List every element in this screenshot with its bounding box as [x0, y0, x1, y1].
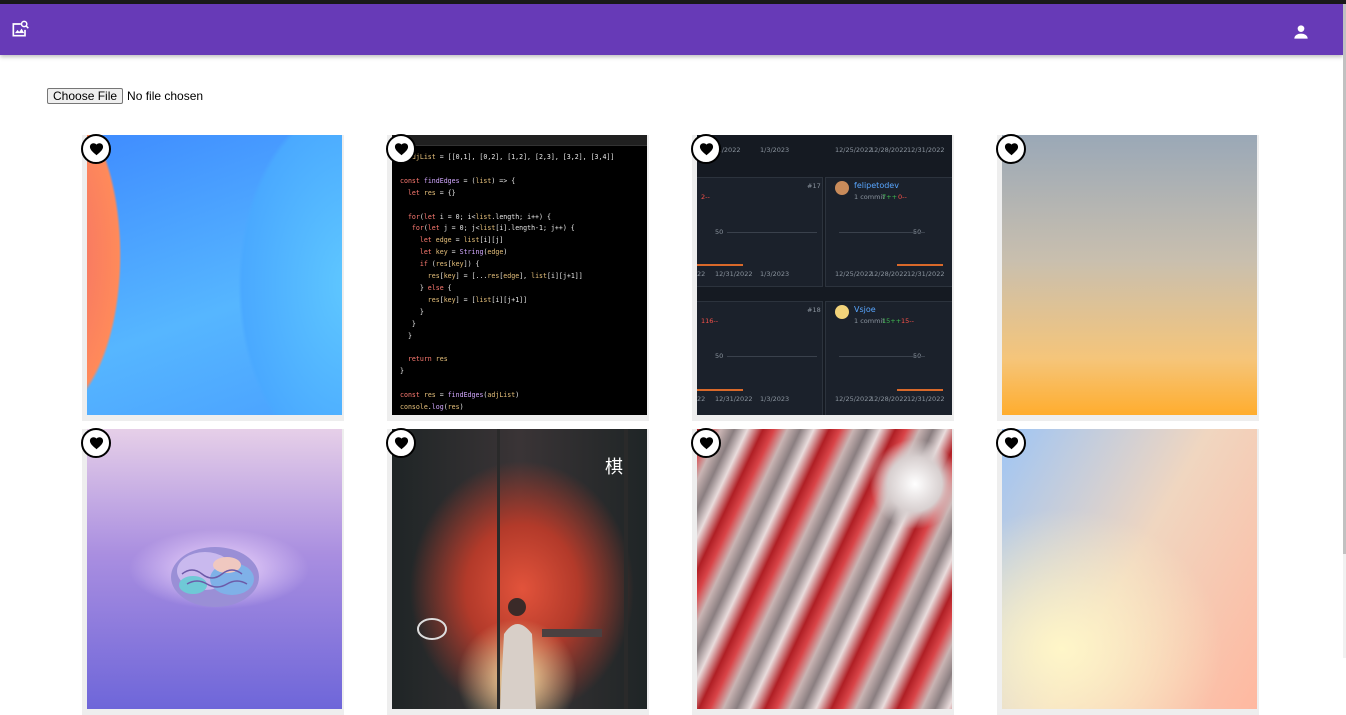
dash-y-tick: 50 — [715, 352, 724, 360]
choose-file-button[interactable]: Choose File — [47, 88, 124, 104]
code-line: let res = {} — [407, 188, 456, 197]
gallery-card[interactable]: 12/31/2022 1/3/2023 12/25/2022 12/28/202… — [691, 134, 954, 421]
code-editor-image: t adjList = [[0,1], [0,2], [1,2], [2,3],… — [392, 135, 647, 415]
code-line: const res = findEdges(adjList) — [400, 391, 520, 400]
gallery-image[interactable] — [697, 429, 952, 709]
gallery-image[interactable] — [87, 429, 342, 709]
dash-date: 12/31/2022 — [907, 270, 945, 278]
gallery-card[interactable] — [996, 134, 1259, 421]
dash-date: 12/28/2022 — [870, 395, 908, 403]
dash-username: felipetodev — [854, 181, 899, 190]
dash-dels: 15-- — [901, 317, 914, 325]
code-line: for(let i = 0; i<list.length; i++) { — [407, 212, 551, 221]
artwork-character: 棋 — [605, 457, 623, 478]
heart-icon — [1004, 143, 1018, 156]
code-line: const findEdges = (list) => { — [400, 176, 516, 185]
dash-dels: 2-- — [701, 193, 710, 201]
favorite-button[interactable] — [81, 428, 111, 458]
code-line: t adjList = [[0,1], [0,2], [1,2], [2,3],… — [400, 153, 615, 161]
heart-icon — [1004, 437, 1018, 450]
dash-date: 12/31/2022 — [907, 146, 945, 154]
favorite-button[interactable] — [691, 134, 721, 164]
dash-date: 12/25/2022 — [835, 146, 873, 154]
favorite-button[interactable] — [386, 428, 416, 458]
gallery-image[interactable]: 棋 — [392, 429, 647, 709]
dash-adds: 7++ — [882, 193, 898, 201]
dash-date: 22 — [697, 270, 706, 278]
heart-icon — [89, 143, 103, 156]
brain-shape — [171, 547, 259, 607]
code-line: let key = String(edge) — [419, 248, 508, 257]
code-line: } — [400, 307, 424, 316]
dash-date: 12/31/2022 — [715, 395, 753, 403]
gallery-image[interactable] — [1002, 429, 1257, 709]
person-icon[interactable] — [1291, 22, 1311, 42]
code-line: return res — [407, 355, 448, 364]
dash-meta: 1 commit — [854, 193, 885, 201]
user-avatar — [835, 181, 849, 195]
code-line: let edge = list[i][j] — [419, 236, 504, 245]
code-line: res[key] = [...res[edge], list[i][j+1]] — [427, 272, 583, 281]
file-upload: Choose File No file chosen — [47, 87, 203, 105]
gallery-card[interactable] — [81, 134, 344, 421]
heart-icon — [394, 143, 408, 156]
dash-date: 12/31/2022 — [907, 395, 945, 403]
favorite-button[interactable] — [996, 134, 1026, 164]
file-status-text: No file chosen — [127, 89, 204, 103]
favorite-button[interactable] — [386, 134, 416, 164]
favorite-button[interactable] — [691, 428, 721, 458]
dash-date: 22 — [697, 395, 706, 403]
code-line: if (res[key]) { — [419, 260, 480, 269]
dash-date: 1/3/2023 — [760, 270, 790, 278]
dash-dels: 116-- — [701, 317, 719, 325]
heart-icon — [699, 143, 713, 156]
gallery-image[interactable]: t adjList = [[0,1], [0,2], [1,2], [2,3],… — [392, 135, 647, 415]
dash-date: 12/28/2022 — [870, 146, 908, 154]
app-bar — [0, 4, 1343, 55]
dash-meta: 1 commit — [854, 317, 885, 325]
dash-date: 12/25/2022 — [835, 270, 873, 278]
dash-date: 12/25/2022 — [835, 395, 873, 403]
favorite-button[interactable] — [81, 134, 111, 164]
code-line: } — [400, 367, 404, 376]
code-line: } — [400, 331, 412, 340]
user-avatar — [835, 305, 849, 319]
gallery-card[interactable] — [81, 428, 344, 715]
dash-date: 1/3/2023 — [760, 146, 790, 154]
dash-dels: 0-- — [898, 193, 907, 201]
gallery-card[interactable]: 棋 — [386, 428, 649, 715]
heart-icon — [394, 437, 408, 450]
gallery-card[interactable]: t adjList = [[0,1], [0,2], [1,2], [2,3],… — [386, 134, 649, 421]
image-search-icon[interactable] — [10, 19, 34, 43]
dash-adds: 15++ — [882, 317, 902, 325]
dash-y-tick: 50 — [715, 228, 724, 236]
gallery-image[interactable] — [1002, 135, 1257, 415]
gallery-image[interactable]: 12/31/2022 1/3/2023 12/25/2022 12/28/202… — [697, 135, 952, 415]
code-lines: t adjList = [[0,1], [0,2], [1,2], [2,3],… — [392, 146, 647, 415]
dash-username: Vsjoe — [854, 305, 876, 314]
heart-icon — [89, 437, 103, 450]
dash-date: 12/31/2022 — [715, 270, 753, 278]
code-line: console.log(res) — [400, 403, 464, 412]
dash-date: 1/3/2023 — [760, 395, 790, 403]
code-line: } — [400, 319, 416, 328]
gallery-card[interactable] — [996, 428, 1259, 715]
favorite-button[interactable] — [996, 428, 1026, 458]
code-line: res[key] = [list[i][j+1]] — [427, 295, 528, 304]
gallery-image[interactable] — [87, 135, 342, 415]
gallery-card[interactable] — [691, 428, 954, 715]
heart-icon — [699, 437, 713, 450]
dash-date: 12/28/2022 — [870, 270, 908, 278]
code-line: } else { — [400, 283, 452, 292]
code-line: for(let j = 0; j<list[i].length-1; j++) … — [411, 224, 575, 233]
